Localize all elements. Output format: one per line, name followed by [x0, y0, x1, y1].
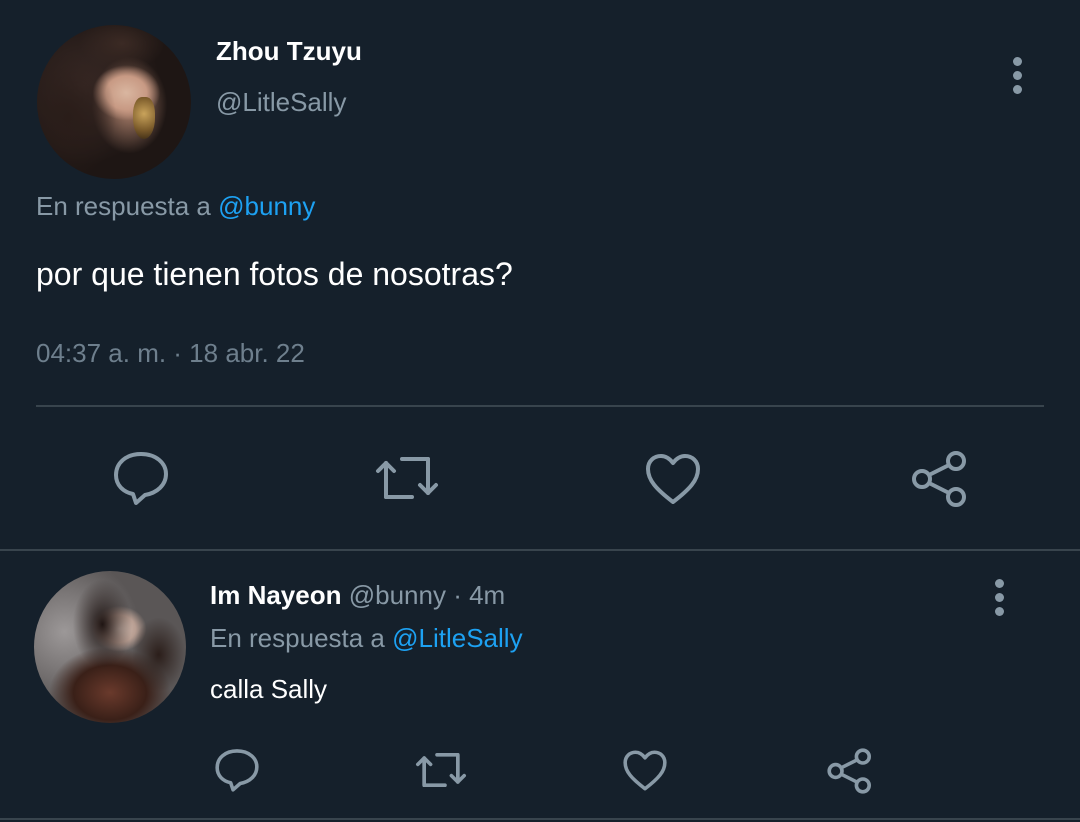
tweet-timestamp[interactable]: 04:37 a. m. · 18 abr. 22 [36, 338, 305, 369]
author-handle[interactable]: @bunny [349, 580, 446, 610]
avatar-photo-detail [37, 25, 191, 179]
reply-icon[interactable] [214, 747, 260, 793]
like-icon[interactable] [644, 452, 702, 506]
avatar-im-nayeon[interactable] [34, 571, 186, 723]
reply-mention-link[interactable]: @bunny [218, 191, 315, 221]
avatar-photo-detail [34, 571, 186, 723]
reply-tweet-header: Im Nayeon @bunny · 4m [210, 580, 505, 611]
tweet-text: calla Sally [210, 674, 328, 704]
reply-mention-link[interactable]: @LitleSally [392, 623, 522, 653]
reply-icon[interactable] [112, 450, 170, 506]
divider [0, 549, 1080, 551]
retweet-icon[interactable] [413, 750, 469, 790]
retweet-icon[interactable] [372, 453, 442, 503]
divider [0, 818, 1080, 820]
author-name[interactable]: Zhou Tzuyu [216, 36, 362, 67]
meta-separator: · [445, 580, 470, 610]
tweet-time-ago[interactable]: 4m [469, 580, 505, 610]
like-icon[interactable] [622, 749, 668, 792]
reply-prefix: En respuesta a [210, 623, 393, 653]
reply-prefix: En respuesta a [36, 191, 219, 221]
reply-context: En respuesta a @bunny [36, 191, 315, 222]
tweet-thread-screen: Zhou Tzuyu @LitleSally En respuesta a @b… [0, 0, 1080, 822]
avatar-photo-detail [133, 97, 155, 139]
author-handle[interactable]: @LitleSally [216, 87, 346, 118]
more-options-icon[interactable] [1012, 57, 1022, 94]
share-icon[interactable] [910, 449, 970, 509]
divider [36, 405, 1044, 407]
share-icon[interactable] [826, 747, 874, 795]
avatar-zhou-tzuyu[interactable] [37, 25, 191, 179]
author-name[interactable]: Im Nayeon [210, 580, 342, 610]
tweet-text: por que tienen fotos de nosotras? [36, 256, 513, 292]
more-options-icon[interactable] [994, 579, 1004, 616]
reply-context: En respuesta a @LitleSally [210, 623, 523, 654]
